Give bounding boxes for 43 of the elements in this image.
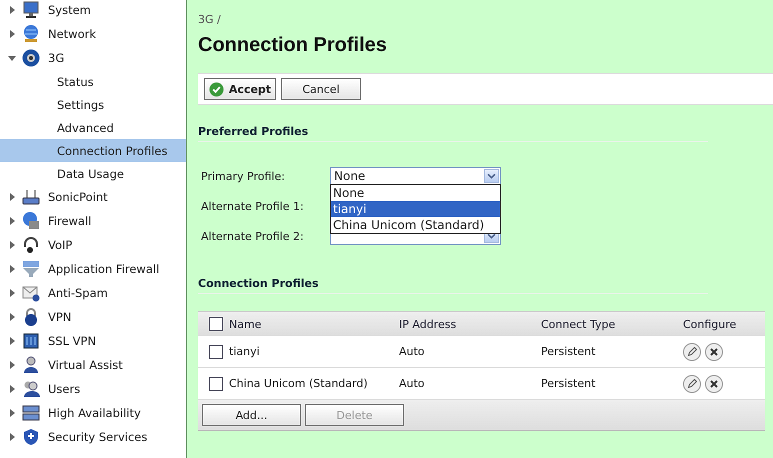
breadcrumb[interactable]: 3G / (198, 13, 221, 26)
sidebar-item[interactable]: Security Services (48, 430, 148, 444)
sidebar-subitem[interactable]: Settings (0, 93, 186, 116)
dropdown-option[interactable]: None (331, 185, 500, 201)
sidebar-subitem[interactable]: Data Usage (0, 162, 186, 185)
table-cell: Auto (399, 345, 425, 358)
field-label: Alternate Profile 1: (200, 200, 305, 212)
sidebar-item[interactable]: Firewall (48, 214, 92, 228)
sidebar-item[interactable]: Application Firewall (48, 262, 160, 276)
table-cell: Auto (399, 377, 425, 390)
section-heading: Connection Profiles (198, 277, 318, 290)
dropdown-option[interactable]: China Unicom (Standard) (331, 217, 500, 233)
sidebar-item[interactable]: High Availability (48, 406, 141, 420)
table-cell: tianyi (229, 345, 260, 358)
column-header: IP Address (399, 318, 456, 330)
dropdown-option[interactable]: tianyi (331, 201, 500, 217)
table-cell: Persistent (541, 377, 596, 390)
accept-button[interactable]: Accept (204, 78, 276, 100)
sidebar-item[interactable]: VPN (48, 310, 72, 324)
table-cell: China Unicom (Standard) (229, 377, 368, 390)
profile-dropdown[interactable]: None (330, 167, 501, 185)
sidebar-subitem[interactable]: Connection Profiles (0, 139, 186, 162)
table-button[interactable]: Add... (202, 404, 301, 426)
sidebar-item[interactable]: Users (48, 382, 80, 396)
sidebar-item[interactable]: Network (48, 27, 96, 41)
sidebar-item[interactable]: Anti-Spam (48, 286, 108, 300)
column-header: Connect Type (541, 318, 616, 330)
sidebar-item[interactable]: SonicPoint (48, 190, 108, 204)
toolbar-button[interactable]: Cancel (281, 78, 361, 100)
sidebar-item[interactable]: 3G (48, 51, 64, 65)
table-cell: Persistent (541, 345, 596, 358)
page-title: Connection Profiles (198, 34, 387, 57)
sidebar-subitem[interactable]: Status (0, 70, 186, 93)
sidebar-item[interactable]: SSL VPN (48, 334, 96, 348)
sidebar-subitem[interactable]: Advanced (0, 116, 186, 139)
sidebar-item[interactable]: Virtual Assist (48, 358, 123, 372)
sidebar-item[interactable]: System (48, 3, 91, 17)
sidebar-item[interactable]: VoIP (48, 238, 72, 252)
field-label: Primary Profile: (200, 170, 286, 182)
column-header: Name (229, 318, 262, 330)
section-heading: Preferred Profiles (198, 125, 308, 138)
field-label: Alternate Profile 2: (200, 230, 305, 242)
column-header: Configure (683, 318, 736, 330)
